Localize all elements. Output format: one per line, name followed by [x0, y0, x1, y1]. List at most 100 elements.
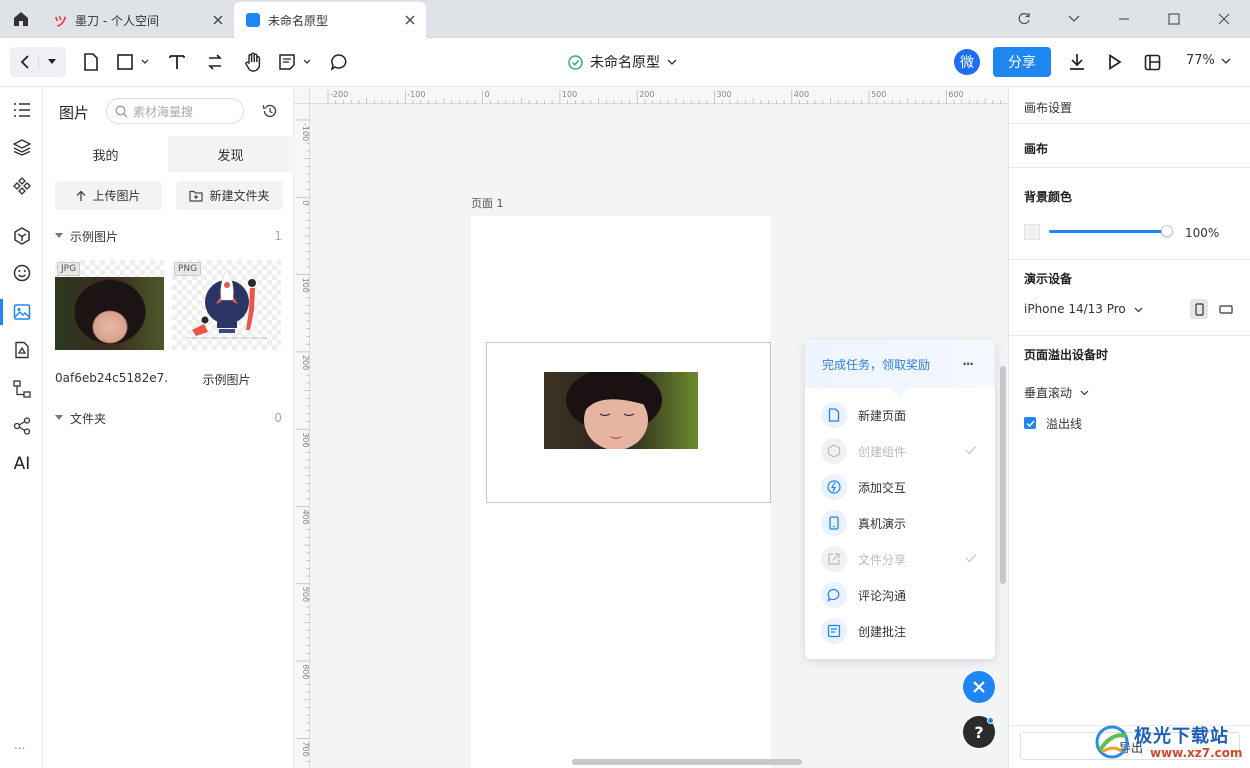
text-tool-icon[interactable]	[166, 48, 188, 76]
device-dropdown[interactable]: iPhone 14/13 Pro	[1024, 302, 1143, 316]
overflow-line-checkbox[interactable]	[1024, 417, 1036, 429]
flowchart-icon[interactable]	[9, 376, 35, 402]
sample-images-group[interactable]: 示例图片 1	[55, 226, 282, 246]
components-icon[interactable]	[9, 173, 35, 199]
maximize-icon[interactable]	[1161, 6, 1187, 32]
opacity-slider-knob[interactable]	[1161, 225, 1173, 237]
more-icon[interactable]: ...	[14, 738, 25, 752]
task-item-file-share[interactable]: 文件分享	[821, 545, 981, 573]
search-input[interactable]: 素材海量搜	[106, 98, 244, 124]
bg-color-swatch[interactable]	[1024, 224, 1040, 240]
doc-title-dropdown[interactable]: 未命名原型	[568, 52, 677, 72]
panel-tabs: 我的 发现	[43, 136, 294, 172]
hexagon-icon[interactable]	[9, 223, 35, 249]
minimize-icon[interactable]	[1111, 6, 1137, 32]
home-icon[interactable]	[12, 10, 30, 28]
overflow-label: 页面溢出设备时	[1024, 348, 1109, 362]
back-button-group[interactable]	[10, 47, 66, 77]
history-icon[interactable]	[262, 103, 278, 119]
folder-group[interactable]: 文件夹 0	[55, 408, 282, 428]
canvas-portrait-image[interactable]	[544, 372, 698, 449]
horizontal-scrollbar[interactable]	[572, 759, 802, 765]
task-item-annotation[interactable]: 创建批注	[821, 617, 981, 645]
lightning-icon	[821, 474, 847, 500]
help-button[interactable]: ?	[963, 716, 995, 748]
task-item-add-interaction[interactable]: 添加交互	[821, 473, 981, 501]
component-icon	[821, 438, 847, 464]
browser-tab-bar: ツ 墨刀 - 个人空间 未命名原型	[0, 0, 1250, 38]
note-tool-icon[interactable]	[277, 48, 315, 76]
close-icon[interactable]	[402, 12, 418, 28]
image-panel: 图片 素材海量搜 我的 发现 上传图片 新建文件夹 示例图片 1 JPG PNG…	[43, 88, 294, 768]
portrait-photo	[55, 277, 164, 350]
task-item-device-demo[interactable]: 真机演示	[821, 509, 981, 537]
search-icon	[115, 105, 128, 118]
ruler-label: 400	[794, 90, 809, 99]
task-item-new-page[interactable]: 新建页面	[821, 401, 981, 429]
design-file-icon[interactable]	[9, 337, 35, 363]
tab-discover[interactable]: 发现	[168, 136, 293, 172]
scroll-mode-dropdown[interactable]: 垂直滚动	[1024, 384, 1089, 401]
prototype-app-icon	[246, 13, 260, 27]
new-folder-button[interactable]: 新建文件夹	[176, 181, 283, 210]
tab-mine[interactable]: 我的	[43, 136, 168, 172]
close-icon[interactable]	[210, 12, 226, 28]
download-icon[interactable]	[1066, 48, 1088, 76]
back-arrow-icon[interactable]	[11, 55, 39, 69]
link-flow-tool-icon[interactable]	[204, 48, 226, 76]
ruler-label: 600	[948, 90, 963, 99]
mindmap-icon[interactable]	[9, 413, 35, 439]
portrait-orientation-icon[interactable]	[1190, 299, 1208, 319]
upload-label: 上传图片	[92, 189, 141, 203]
image-thumb-jpg[interactable]: JPG	[55, 260, 164, 350]
chevron-down-icon[interactable]	[1061, 6, 1087, 32]
caret-down-icon	[55, 233, 63, 238]
window-close-icon[interactable]	[1211, 6, 1237, 32]
shape-tool-icon[interactable]	[115, 48, 153, 76]
tab-personal-space[interactable]: ツ 墨刀 - 个人空间	[42, 2, 234, 38]
task-label: 创建组件	[858, 444, 907, 459]
tab-untitled-prototype[interactable]: 未命名原型	[234, 2, 426, 38]
layout-panel-icon[interactable]	[1141, 48, 1163, 76]
device-section: 演示设备 iPhone 14/13 Pro	[1009, 260, 1250, 336]
ruler-label: 200	[639, 90, 654, 99]
aurora-logo-icon	[1095, 725, 1129, 759]
landscape-orientation-icon[interactable]	[1217, 299, 1235, 319]
comment-tool-icon[interactable]	[328, 48, 350, 76]
task-popup-title: 完成任务，领取奖励	[822, 357, 931, 372]
page-tool-icon[interactable]	[80, 48, 102, 76]
zoom-dropdown[interactable]: 77%	[1186, 53, 1231, 68]
hand-tool-icon[interactable]	[242, 48, 264, 76]
share-button[interactable]: 分享	[993, 47, 1051, 77]
tab-label: 墨刀 - 个人空间	[75, 13, 159, 28]
play-preview-icon[interactable]	[1104, 48, 1126, 76]
group-count: 0	[274, 411, 282, 425]
weixin-button[interactable]: 微	[954, 49, 980, 75]
vertical-scrollbar[interactable]	[1000, 366, 1006, 584]
ai-button[interactable]: AI	[9, 451, 35, 477]
more-options-icon[interactable]: ···	[962, 357, 974, 371]
bg-color-label: 背景颜色	[1024, 190, 1073, 204]
close-task-button[interactable]	[963, 671, 995, 703]
opacity-slider[interactable]	[1049, 230, 1169, 233]
layers-icon[interactable]	[9, 134, 35, 160]
ruler-label: 100	[562, 90, 577, 99]
task-label: 添加交互	[858, 480, 907, 495]
file-type-badge: JPG	[57, 262, 81, 276]
zoom-value: 77%	[1186, 53, 1215, 68]
emoji-icon[interactable]	[9, 260, 35, 286]
upload-image-button[interactable]: 上传图片	[55, 181, 162, 210]
task-item-comment[interactable]: 评论沟通	[821, 581, 981, 609]
outline-list-icon[interactable]	[9, 97, 35, 123]
refresh-icon[interactable]	[1011, 6, 1037, 32]
comment-icon	[821, 582, 847, 608]
image-library-icon[interactable]	[0, 299, 35, 325]
ruler-label: -100	[407, 90, 425, 99]
image-thumb-png[interactable]: PNG	[172, 260, 281, 350]
modao-logo-icon: ツ	[54, 14, 68, 30]
watermark-name: 极光下载站	[1134, 726, 1229, 747]
vertical-ruler: -100 0 100 200 300 400 500 600 700	[294, 104, 310, 768]
task-item-create-component[interactable]: 创建组件	[821, 437, 981, 465]
caret-down-icon[interactable]	[39, 59, 65, 65]
tab-label: 未命名原型	[268, 13, 329, 28]
